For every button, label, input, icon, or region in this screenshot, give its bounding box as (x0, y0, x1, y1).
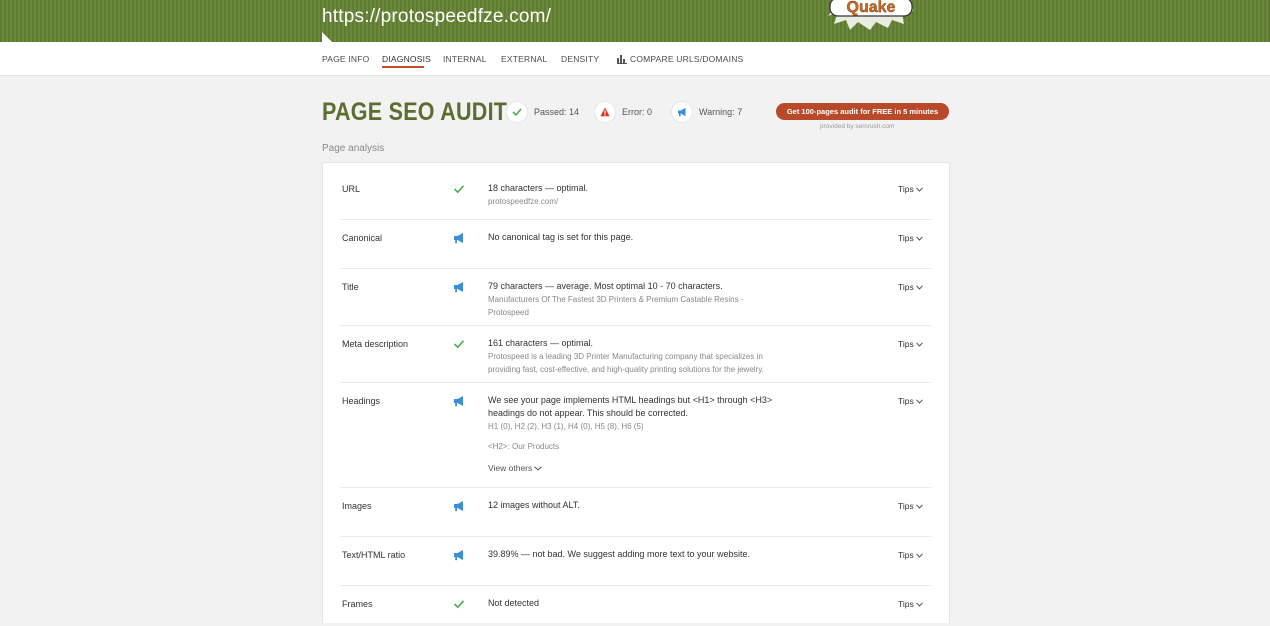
bar-chart-icon (617, 55, 627, 65)
analysis-panel: URL 18 characters — optimal. protospeedf… (322, 162, 950, 623)
quake-logo: Quake (828, 0, 914, 30)
table-row: Headings We see your page implements HTM… (340, 383, 931, 488)
url-notch (322, 32, 332, 42)
check-icon (453, 340, 465, 349)
megaphone-icon (454, 396, 463, 407)
table-row: Meta description 161 characters — optima… (340, 326, 931, 383)
row-name: Canonical (342, 233, 383, 243)
chevron-down-icon (915, 285, 923, 290)
chevron-down-icon (915, 399, 923, 404)
warning-label: Warning: (699, 107, 735, 117)
megaphone-icon (454, 550, 463, 561)
table-row: Canonical No canonical tag is set for th… (340, 220, 931, 269)
page-title: PAGE SEO AUDIT (322, 98, 508, 126)
row-detail: <H2>: Our Products (488, 442, 560, 451)
row-message: We see your page implements HTML heading… (488, 395, 773, 418)
chevron-down-icon (915, 236, 923, 241)
row-name: Images (342, 501, 372, 511)
passed-label: Passed: (534, 107, 567, 117)
row-message: 161 characters — optimal. (488, 338, 594, 348)
tips-toggle[interactable]: Tips (898, 396, 923, 406)
megaphone-icon (678, 107, 686, 117)
row-message: 18 characters — optimal. (488, 183, 589, 193)
provided-by-text: provided by semrush.com (820, 123, 895, 130)
check-icon (453, 185, 465, 194)
row-name: Headings (342, 396, 381, 406)
error-triangle-icon (600, 107, 610, 117)
table-row: URL 18 characters — optimal. protospeedf… (340, 163, 931, 220)
logo-text: Quake (847, 0, 896, 16)
megaphone-icon (454, 282, 463, 293)
row-name: Frames (342, 599, 373, 609)
active-tab-indicator (382, 66, 424, 68)
check-icon (512, 108, 522, 117)
chevron-down-icon (915, 342, 923, 347)
chevron-down-icon (915, 553, 923, 558)
tips-toggle[interactable]: Tips (898, 233, 923, 243)
row-name: URL (342, 184, 361, 194)
warning-count: 7 (737, 107, 743, 117)
tips-toggle[interactable]: Tips (898, 184, 923, 194)
tab-page-info[interactable]: PAGE INFO (322, 54, 369, 64)
megaphone-icon (454, 501, 463, 512)
megaphone-icon (454, 233, 463, 244)
row-message: 12 images without ALT. (488, 500, 580, 510)
section-label: Page analysis (322, 143, 385, 154)
view-others-link[interactable]: View others (488, 463, 788, 473)
tab-external[interactable]: EXTERNAL (501, 54, 547, 64)
row-name: Meta description (342, 339, 409, 349)
check-icon (453, 600, 465, 609)
chevron-down-icon (534, 466, 543, 471)
tips-toggle[interactable]: Tips (898, 282, 923, 292)
chevron-down-icon (915, 187, 923, 192)
tab-density[interactable]: DENSITY (561, 54, 599, 64)
tips-toggle[interactable]: Tips (898, 599, 923, 609)
table-row: Title 79 characters — average. Most opti… (340, 269, 931, 326)
tips-toggle[interactable]: Tips (898, 501, 923, 511)
header-bar: https://protospeedfze.com/ Quake (0, 0, 1270, 42)
table-row: Images 12 images without ALT. Tips (340, 488, 931, 537)
row-message: 39.89% — not bad. We suggest adding more… (488, 549, 750, 559)
table-row: Frames Not detected Tips (340, 586, 931, 626)
nav-bar: PAGE INFO DIAGNOSIS INTERNAL EXTERNAL DE… (0, 42, 1270, 76)
tips-toggle[interactable]: Tips (898, 550, 923, 560)
chevron-down-icon (915, 602, 923, 607)
tab-compare-urls[interactable]: COMPARE URLS/DOMAINS (617, 54, 744, 65)
row-detail: Protospeed (488, 308, 529, 317)
row-name: Title (342, 282, 359, 292)
row-detail: Manufacturers Of The Fastest 3D Printers… (488, 295, 744, 304)
tab-diagnosis[interactable]: DIAGNOSIS (382, 54, 431, 64)
page-url-title: https://protospeedfze.com/ (322, 6, 552, 27)
row-message: Not detected (488, 598, 540, 608)
error-count: 0 (647, 107, 653, 117)
free-audit-button[interactable]: Get 100-pages audit for FREE in 5 minute… (776, 103, 949, 120)
tips-toggle[interactable]: Tips (898, 339, 923, 349)
passed-count: 14 (569, 107, 580, 117)
row-detail: providing fast, cost-effective, and high… (488, 365, 764, 374)
row-message: 79 characters — average. Most optimal 10… (488, 281, 723, 291)
row-message: No canonical tag is set for this page. (488, 232, 634, 242)
row-name: Text/HTML ratio (342, 550, 406, 560)
error-label: Error: (622, 107, 645, 117)
chevron-down-icon (915, 504, 923, 509)
row-detail: Protospeed is a leading 3D Printer Manuf… (488, 352, 763, 361)
row-detail: H1 (0), H2 (2), H3 (1), H4 (0), H5 (8), … (488, 422, 644, 431)
row-detail: protospeedfze.com/ (488, 197, 559, 206)
table-row: Text/HTML ratio 39.89% — not bad. We sug… (340, 537, 931, 586)
tab-compare-label: COMPARE URLS/DOMAINS (630, 54, 744, 64)
tab-internal[interactable]: INTERNAL (443, 54, 487, 64)
